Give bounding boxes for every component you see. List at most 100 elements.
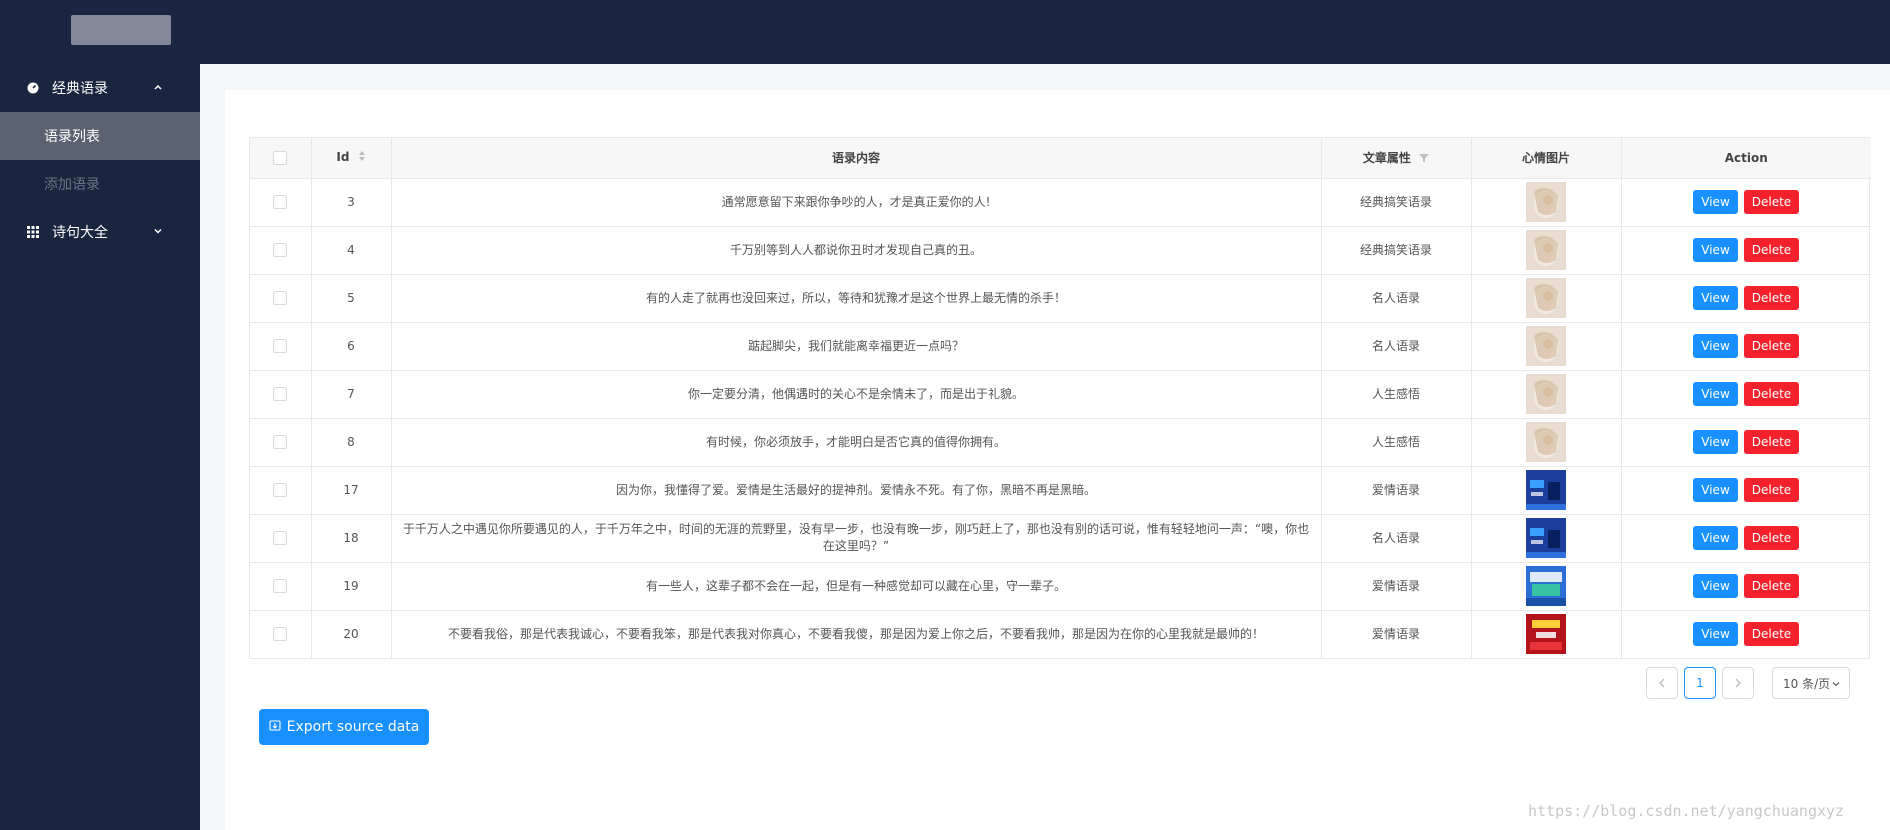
row-content: 有时候，你必须放手，才能明白是否它真的值得你拥有。 <box>391 418 1322 467</box>
row-image-cell <box>1471 418 1622 467</box>
row-checkbox[interactable] <box>273 483 288 497</box>
delete-button[interactable]: Delete <box>1743 238 1800 262</box>
table-row: 8 有时候，你必须放手，才能明白是否它真的值得你拥有。 人生感悟 View Delete <box>250 418 1871 467</box>
menu-group-poems[interactable]: 诗句大全 <box>0 208 200 256</box>
view-button[interactable]: View <box>1693 526 1738 550</box>
mood-image-thumbnail[interactable] <box>1526 518 1566 558</box>
row-content: 通常愿意留下来跟你争吵的人，才是真正爱你的人! <box>391 178 1322 227</box>
row-select-cell <box>250 274 312 323</box>
column-header-id[interactable]: Id <box>311 138 392 179</box>
row-content: 有的人走了就再也没回来过，所以，等待和犹豫才是这个世界上最无情的杀手！ <box>391 274 1322 323</box>
mood-image-thumbnail[interactable] <box>1526 182 1566 222</box>
row-category: 经典搞笑语录 <box>1321 226 1472 275</box>
delete-button[interactable]: Delete <box>1743 190 1800 214</box>
export-source-data-button[interactable]: Export source data <box>259 709 429 745</box>
chevron-down-icon <box>1831 678 1841 692</box>
row-id: 19 <box>311 562 392 611</box>
row-actions: View Delete <box>1621 178 1871 227</box>
table-row: 6 踮起脚尖，我们就能离幸福更近一点吗？ 名人语录 View Delete <box>250 322 1871 371</box>
row-select-cell <box>250 466 312 515</box>
view-button[interactable]: View <box>1693 574 1738 598</box>
delete-button[interactable]: Delete <box>1743 622 1800 647</box>
table-row: 18 于千万人之中遇见你所要遇见的人，于千万年之中，时间的无涯的荒野里，没有早一步… <box>250 514 1871 563</box>
page-size-select[interactable]: 10 条/页 <box>1772 667 1850 699</box>
delete-button[interactable]: Delete <box>1743 526 1800 550</box>
filter-icon[interactable] <box>1419 152 1430 166</box>
row-content: 于千万人之中遇见你所要遇见的人，于千万年之中，时间的无涯的荒野里，没有早一步，也… <box>391 514 1322 563</box>
column-header-category-label: 文章属性 <box>1362 151 1411 166</box>
delete-button[interactable]: Delete <box>1743 574 1800 598</box>
row-id: 5 <box>311 274 392 323</box>
mood-image-thumbnail[interactable] <box>1526 278 1566 318</box>
row-select-cell <box>250 322 312 371</box>
row-checkbox[interactable] <box>273 531 288 545</box>
delete-button[interactable]: Delete <box>1743 430 1800 454</box>
view-button[interactable]: View <box>1693 238 1738 262</box>
row-image-cell <box>1471 178 1622 227</box>
row-category: 人生感悟 <box>1321 370 1472 419</box>
row-image-cell <box>1471 274 1622 323</box>
page-1-button[interactable]: 1 <box>1684 667 1716 699</box>
menu-group-quotes[interactable]: 经典语录 <box>0 64 200 112</box>
row-content: 你一定要分清，他偶遇时的关心不是余情未了，而是出于礼貌。 <box>391 370 1322 419</box>
table-header-row: Id 语录内容 文章属性 心情图片 Action <box>250 138 1871 179</box>
delete-button[interactable]: Delete <box>1743 478 1800 502</box>
row-content: 因为你，我懂得了爱。爱情是生活最好的提神剂。爱情永不死。有了你，黑暗不再是黑暗。 <box>391 466 1322 515</box>
row-image-cell <box>1471 562 1622 611</box>
app-logo <box>71 15 171 45</box>
row-checkbox[interactable] <box>273 339 288 353</box>
view-button[interactable]: View <box>1693 430 1738 454</box>
table-row: 4 千万别等到人人都说你丑时才发现自己真的丑。 经典搞笑语录 View Delete <box>250 226 1871 275</box>
row-id: 20 <box>311 610 392 658</box>
row-content: 千万别等到人人都说你丑时才发现自己真的丑。 <box>391 226 1322 275</box>
mood-image-thumbnail[interactable] <box>1526 614 1566 655</box>
row-category: 人生感悟 <box>1321 418 1472 467</box>
sort-icon[interactable] <box>358 150 366 165</box>
mood-image-thumbnail[interactable] <box>1526 230 1566 270</box>
export-button-label: Export source data <box>286 719 420 735</box>
sidebar-item-quote-list[interactable]: 语录列表 <box>0 112 200 160</box>
view-button[interactable]: View <box>1693 190 1738 214</box>
row-checkbox[interactable] <box>273 195 288 209</box>
row-checkbox[interactable] <box>273 579 288 593</box>
quotes-table: Id 语录内容 文章属性 心情图片 Action 3 通常愿意留下来跟你争吵的人，… <box>249 137 1871 659</box>
row-checkbox[interactable] <box>273 387 288 401</box>
watermark: https://blog.csdn.net/yangchuangxyz <box>1528 802 1845 820</box>
sidebar-item-add-quote[interactable]: 添加语录 <box>0 160 200 208</box>
row-checkbox[interactable] <box>273 291 288 305</box>
row-checkbox[interactable] <box>273 435 288 449</box>
row-category: 经典搞笑语录 <box>1321 178 1472 227</box>
row-actions: View Delete <box>1621 322 1871 371</box>
row-checkbox[interactable] <box>273 243 288 257</box>
mood-image-thumbnail[interactable] <box>1526 422 1566 462</box>
view-button[interactable]: View <box>1693 334 1738 358</box>
dashboard-icon <box>26 81 40 95</box>
row-content: 踮起脚尖，我们就能离幸福更近一点吗？ <box>391 322 1322 371</box>
view-button[interactable]: View <box>1693 382 1738 406</box>
row-checkbox[interactable] <box>273 627 288 642</box>
column-header-category[interactable]: 文章属性 <box>1321 138 1472 179</box>
delete-button[interactable]: Delete <box>1743 382 1800 406</box>
row-id: 6 <box>311 322 392 371</box>
delete-button[interactable]: Delete <box>1743 286 1800 310</box>
next-page-button[interactable] <box>1722 667 1754 699</box>
prev-page-button[interactable] <box>1646 667 1678 699</box>
delete-button[interactable]: Delete <box>1743 334 1800 358</box>
view-button[interactable]: View <box>1693 622 1738 647</box>
row-id: 7 <box>311 370 392 419</box>
row-actions: View Delete <box>1621 514 1871 563</box>
mood-image-thumbnail[interactable] <box>1526 326 1566 366</box>
row-select-cell <box>250 514 312 563</box>
select-all-checkbox[interactable] <box>273 151 288 165</box>
chevron-right-icon <box>1735 678 1741 688</box>
view-button[interactable]: View <box>1693 286 1738 310</box>
row-image-cell <box>1471 370 1622 419</box>
page-number-label: 1 <box>1696 676 1704 690</box>
mood-image-thumbnail[interactable] <box>1526 566 1566 606</box>
mood-image-thumbnail[interactable] <box>1526 470 1566 510</box>
column-header-content: 语录内容 <box>391 138 1322 179</box>
view-button[interactable]: View <box>1693 478 1738 502</box>
mood-image-thumbnail[interactable] <box>1526 374 1566 414</box>
row-id: 8 <box>311 418 392 467</box>
menu-group-label: 诗句大全 <box>52 225 108 241</box>
